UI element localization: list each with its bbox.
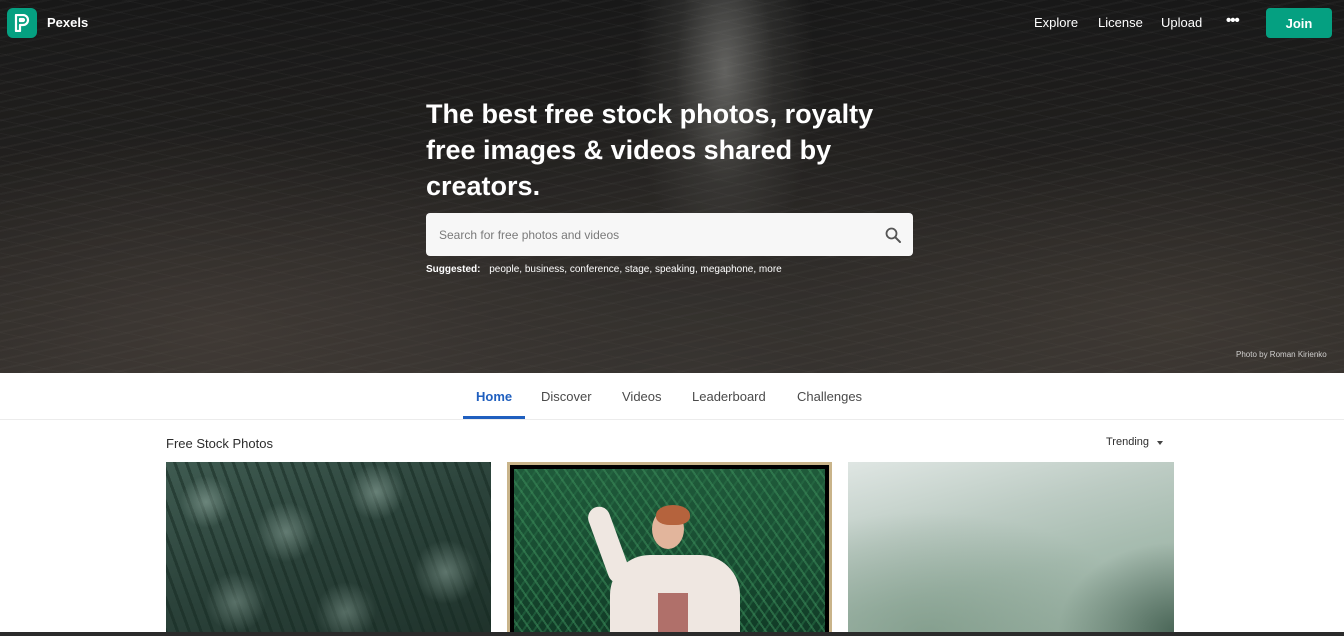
search-box	[426, 213, 913, 256]
tab-videos[interactable]: Videos	[622, 389, 662, 404]
suggested-label: Suggested:	[426, 264, 481, 275]
pexels-logo-icon[interactable]	[7, 8, 37, 38]
hero-headline: The best free stock photos, royalty free…	[426, 99, 874, 201]
nav-explore-link[interactable]: Explore	[1034, 15, 1078, 30]
active-tab-indicator	[463, 416, 525, 419]
tab-home[interactable]: Home	[476, 389, 512, 404]
photo-card-hills[interactable]	[848, 462, 1174, 636]
suggestion-link[interactable]: conference	[570, 264, 619, 275]
suggestion-link[interactable]: speaking	[655, 264, 695, 275]
sort-dropdown[interactable]: Trending	[1106, 436, 1149, 448]
section-tabs: Home Discover Videos Leaderboard Challen…	[0, 373, 1344, 420]
brand-name[interactable]: Pexels	[47, 15, 88, 30]
suggestion-link[interactable]: people	[489, 264, 519, 275]
photo-figure-hair	[656, 505, 690, 525]
photo-credit[interactable]: Photo by Roman Kirienko	[1236, 350, 1327, 359]
join-button[interactable]: Join	[1266, 8, 1332, 38]
search-input[interactable]	[426, 213, 866, 256]
nav-upload-link[interactable]: Upload	[1161, 15, 1202, 30]
suggested-searches: Suggested: people, business, conference,…	[426, 264, 782, 275]
tab-leaderboard[interactable]: Leaderboard	[692, 389, 766, 404]
top-navigation: Pexels Explore License Upload ••• Join	[0, 0, 1344, 46]
suggestion-more-link[interactable]: more	[759, 264, 782, 275]
bottom-edge	[0, 632, 1344, 636]
suggestion-link[interactable]: stage	[625, 264, 649, 275]
search-icon[interactable]	[884, 226, 902, 244]
suggestion-link[interactable]: business	[525, 264, 564, 275]
tab-discover[interactable]: Discover	[541, 389, 592, 404]
photo-card-woman-palms[interactable]	[507, 462, 832, 636]
chevron-down-icon[interactable]	[1157, 441, 1163, 445]
photo-figure-top	[658, 593, 688, 636]
more-menu-icon[interactable]: •••	[1226, 12, 1240, 29]
nav-license-link[interactable]: License	[1098, 15, 1143, 30]
gallery-title: Free Stock Photos	[166, 436, 273, 451]
photo-frame	[510, 465, 829, 636]
photo-card-trees[interactable]	[166, 462, 491, 636]
tab-challenges[interactable]: Challenges	[797, 389, 862, 404]
suggestion-link[interactable]: megaphone	[701, 264, 754, 275]
